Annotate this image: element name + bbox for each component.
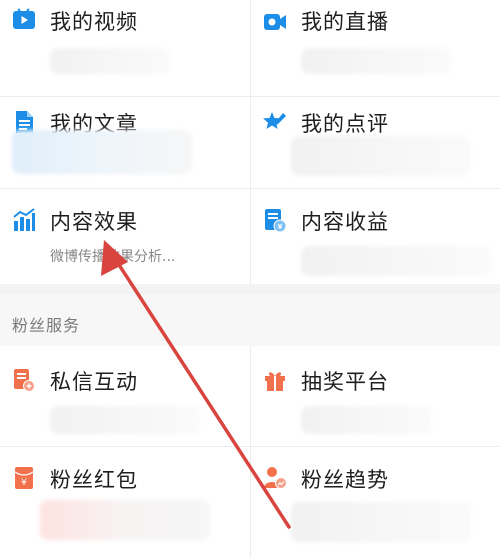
tile-my-articles[interactable]: 我的文章 (0, 96, 250, 188)
red-packet-icon: ¥ (14, 467, 34, 489)
bar-chart-icon (13, 208, 35, 231)
tile-my-reviews[interactable]: 我的点评 (250, 96, 500, 188)
tile-fan-red-packet[interactable]: ¥ 粉丝红包 (0, 446, 250, 558)
tile-title: 粉丝红包 (50, 468, 138, 492)
grid-row: 私信互动 抽奖平台 (0, 346, 500, 447)
tile-title: 我的点评 (301, 112, 389, 136)
section-divider (0, 284, 500, 294)
tile-title: 我的直播 (301, 10, 389, 34)
tile-title: 粉丝趋势 (301, 468, 389, 492)
tile-private-message[interactable]: 私信互动 (0, 346, 250, 446)
tile-my-videos[interactable]: 我的视频 (0, 0, 250, 96)
tile-fan-trends[interactable]: 粉丝趋势 (250, 446, 500, 558)
tile-title: 私信互动 (50, 370, 138, 394)
fan-trend-icon (264, 467, 287, 489)
tile-my-live[interactable]: 我的直播 (250, 0, 500, 96)
tile-lottery-platform[interactable]: 抽奖平台 (250, 346, 500, 446)
tile-subtitle: 微博传播效果分析... (50, 249, 176, 265)
svg-text:¥: ¥ (21, 478, 27, 488)
tile-title: 内容效果 (50, 210, 138, 234)
grid-row: 内容效果 微博传播效果分析... 内容收益 (0, 188, 500, 285)
camera-icon (264, 14, 286, 30)
grid-row: 我的视频 我的直播 (0, 0, 500, 97)
tile-title: 我的视频 (50, 10, 138, 34)
video-play-icon (13, 8, 35, 29)
grid-row: 我的文章 我的点评 (0, 96, 500, 189)
message-doc-icon (14, 369, 35, 392)
star-review-icon (263, 112, 286, 129)
earnings-icon (265, 209, 287, 232)
tile-title: 抽奖平台 (301, 370, 389, 394)
section-header: 粉丝服务 (0, 294, 500, 346)
gift-icon (265, 372, 285, 391)
tile-content-earnings[interactable]: 内容收益 (250, 188, 500, 284)
tile-content-effect[interactable]: 内容效果 微博传播效果分析... (0, 188, 250, 284)
grid-row: ¥ 粉丝红包 粉丝趋势 (0, 446, 500, 558)
tile-title: 内容收益 (301, 210, 389, 234)
section-title: 粉丝服务 (12, 316, 81, 335)
